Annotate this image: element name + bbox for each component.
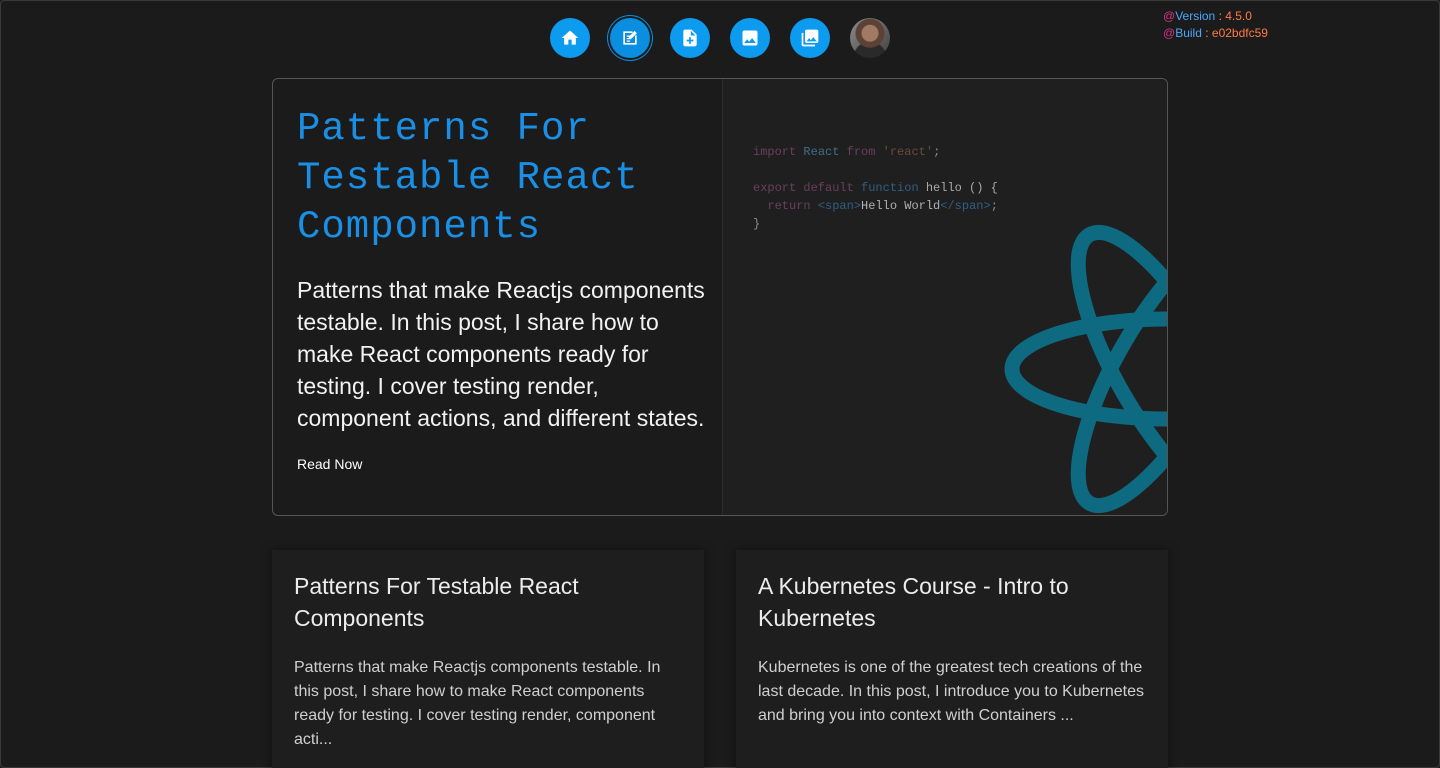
version-value: 4.5.0	[1225, 9, 1252, 23]
article-card[interactable]: Patterns For Testable React Components P…	[272, 550, 704, 768]
code-token: from	[846, 145, 876, 159]
image-icon	[742, 30, 758, 46]
nav-home-button[interactable]	[550, 18, 590, 58]
featured-post-content: Patterns For Testable React Components P…	[273, 79, 722, 515]
article-excerpt: Kubernetes is one of the greatest tech c…	[758, 659, 1145, 724]
featured-post-title[interactable]: Patterns For Testable React Components	[297, 105, 707, 252]
build-line: @Build : e02bdfc59	[1163, 26, 1268, 40]
nav-gallery-button[interactable]	[730, 18, 770, 58]
code-token: ;	[990, 199, 998, 213]
build-label: Build	[1175, 26, 1202, 40]
read-now-link[interactable]: Read Now	[297, 456, 362, 472]
featured-post-cover: import React from 'react'; export defaul…	[722, 79, 1167, 515]
code-token: ;	[933, 145, 941, 159]
build-value: e02bdfc59	[1211, 26, 1268, 40]
featured-post-description: Patterns that make Reactjs components te…	[297, 277, 705, 431]
featured-post-card: Patterns For Testable React Components P…	[272, 78, 1168, 516]
nav-albums-button[interactable]	[790, 18, 830, 58]
home-icon	[561, 30, 579, 45]
code-token: React	[803, 145, 840, 159]
code-token: () {	[961, 181, 998, 195]
top-nav	[550, 18, 890, 58]
version-line: @Version : 4.5.0	[1163, 9, 1252, 23]
code-token: 'react'	[882, 145, 934, 159]
code-token: import	[753, 145, 797, 159]
nav-blog-button[interactable]	[610, 18, 650, 58]
code-token: hello	[925, 181, 962, 195]
code-token: return	[767, 199, 811, 213]
version-info: @Version : 4.5.0 @Build : e02bdfc59	[1163, 8, 1268, 42]
code-token: Hello World	[861, 199, 941, 213]
code-token: export default	[753, 181, 854, 195]
version-label: Version	[1175, 9, 1216, 23]
react-logo-icon	[1004, 224, 1167, 514]
article-excerpt: Patterns that make Reactjs components te…	[294, 659, 661, 748]
nav-new-post-button[interactable]	[670, 18, 710, 58]
article-title[interactable]: Patterns For Testable React Components	[294, 570, 682, 634]
code-token: }	[753, 217, 761, 231]
code-token: function	[861, 181, 919, 195]
edit-note-icon	[623, 30, 637, 45]
add-document-icon	[683, 29, 697, 47]
photo-library-icon	[801, 29, 819, 47]
code-token: <span>	[817, 199, 862, 213]
user-avatar[interactable]	[850, 18, 890, 58]
code-token: </span>	[940, 199, 991, 213]
article-card[interactable]: A Kubernetes Course - Intro to Kubernete…	[736, 550, 1168, 768]
article-title[interactable]: A Kubernetes Course - Intro to Kubernete…	[758, 570, 1146, 634]
